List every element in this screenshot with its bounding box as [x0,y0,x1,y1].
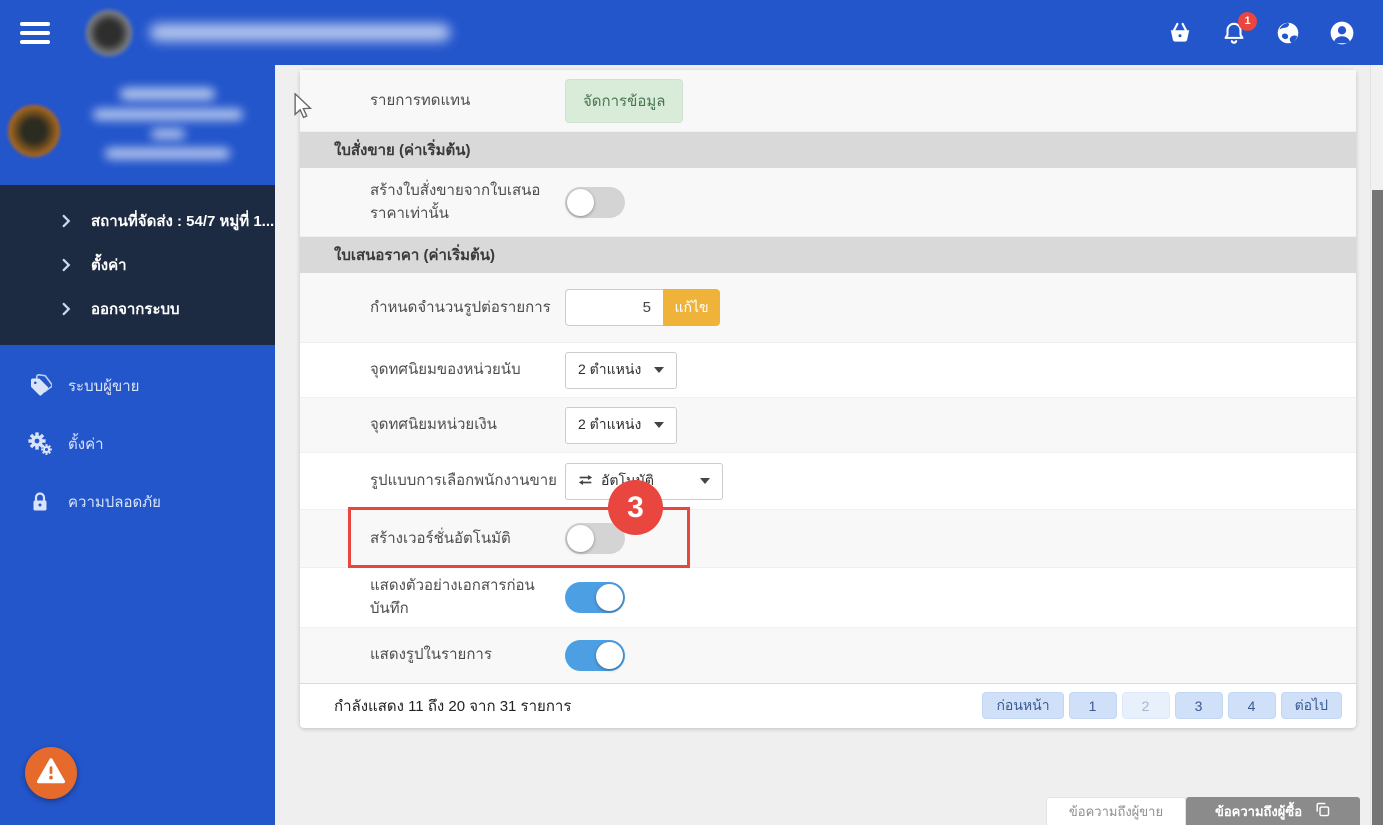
pagination: ก่อนหน้า 1 2 3 4 ต่อไป [982,692,1342,719]
so-from-quote-toggle[interactable] [565,186,625,218]
sidebar-item-settings[interactable]: ตั้งค่า [0,415,275,473]
gears-icon [28,432,52,456]
repeat-arrows-icon [578,473,593,490]
basket-icon[interactable] [1167,20,1193,46]
company-name-redacted [150,24,450,41]
header-actions: 1 [1167,11,1355,46]
setting-row-decimal-unit: จุดทศนิยมของหน่วยนับ 2 ตำแหน่ง [300,343,1356,398]
pagination-next-button[interactable]: ต่อไป [1280,692,1342,719]
app-page: 1 สถานที่จัดส่ง: 54/7 หมู่ที่ 1... ตั้ง… [0,0,1383,825]
sidebar-item-label: สถานที่จัดส่ง : 54/7 หมู่ที่ 1... [91,213,275,230]
sidebar-item-label: ออกจากระบบ [91,301,180,318]
setting-row-replacement-items: รายการทดแทน จัดการข้อมูล [300,70,1356,132]
setting-label: สร้างเวอร์ชั่นอัตโนมัติ [370,529,511,547]
sidebar-profile [0,65,275,185]
show-images-toggle[interactable] [565,639,625,671]
images-per-item-input[interactable] [565,289,663,326]
select-value: 2 ตำแหน่ง [578,361,642,377]
edit-button[interactable]: แก้ไข [663,289,720,326]
sidebar: สถานที่จัดส่ง : 54/7 หมู่ที่ 1... ตั้งค่… [0,65,275,825]
main-content: รายการทดแทน จัดการข้อมูล ใบสั่งขาย (ค่าเ… [275,65,1383,825]
scrollbar-thumb[interactable] [1372,190,1383,825]
sidebar-item-seller-system[interactable]: ระบบผู้ขาย [0,357,275,415]
setting-label: แสดงตัวอย่างเอกสารก่อนบันทึก [370,577,535,618]
section-header-sales-order: ใบสั่งขาย (ค่าเริ่มต้น) [300,132,1356,168]
setting-row-show-images-in-list: แสดงรูปในรายการ [300,627,1356,684]
setting-label: จุดทศนิยมหน่วยเงิน [370,416,497,434]
setting-label: กำหนดจำนวนรูปต่อรายการ [370,298,551,316]
account-user-icon[interactable] [1329,20,1355,46]
profile-email-redacted [105,148,230,159]
sidebar-item-label: ระบบผู้ขาย [68,378,140,395]
setting-row-auto-version: สร้างเวอร์ชั่นอัตโนมัติ 3 [300,480,1356,568]
profile-line-redacted [150,129,185,139]
preview-before-save-toggle[interactable] [565,581,625,613]
setting-label: รายการทดแทน [370,91,471,109]
setting-row-preview-before-save: แสดงตัวอย่างเอกสารก่อนบันทึก [300,568,1356,628]
settings-card: รายการทดแทน จัดการข้อมูล ใบสั่งขาย (ค่าเ… [300,70,1356,728]
pagination-page-3[interactable]: 3 [1174,692,1223,719]
setting-label: สร้างใบสั่งขายจากใบเสนอราคาเท่านั้น [370,181,541,222]
table-footer: กำลังแสดง 11 ถึง 20 จาก 31 รายการ ก่อนหน… [300,684,1356,728]
vertical-scrollbar [1370,65,1383,825]
sidebar-item-security[interactable]: ความปลอดภัย [0,473,275,531]
manage-data-button[interactable]: จัดการข้อมูล [565,78,684,123]
sidebar-item-label: ความปลอดภัย [68,494,161,511]
sidebar-main-menu: ระบบผู้ขาย ตั้งค่า ความปลอดภัย [0,345,275,531]
setting-row-images-per-item: กำหนดจำนวนรูปต่อรายการ แก้ไข [300,273,1356,343]
notifications-bell-icon[interactable]: 1 [1221,11,1257,46]
chevron-down-icon [700,478,710,484]
sidebar-item-settings-sub[interactable]: ตั้งค่า [0,243,275,287]
setting-label: แสดงรูปในรายการ [370,646,492,664]
setting-label: จุดทศนิยมของหน่วยนับ [370,361,521,379]
sidebar-submenu: สถานที่จัดส่ง : 54/7 หมู่ที่ 1... ตั้งค่… [0,185,275,345]
profile-name-redacted [120,88,215,100]
sidebar-item-label: ตั้งค่า [91,257,127,274]
profile-address-redacted [92,109,243,120]
tags-icon [28,374,53,398]
pagination-page-2-current[interactable]: 2 [1121,692,1170,719]
section-header-quotation: ใบเสนอราคา (ค่าเริ่มต้น) [300,237,1356,273]
message-tabs: ข้อความถึงผู้ขาย ข้อความถึงผู้ซื้อ [1046,797,1360,825]
select-value: 2 ตำแหน่ง [578,416,642,432]
setting-row-so-from-quote-only: สร้างใบสั่งขายจากใบเสนอราคาเท่านั้น [300,168,1356,237]
copy-icon[interactable] [1314,801,1331,821]
decimal-currency-select[interactable]: 2 ตำแหน่ง [565,406,677,444]
setting-row-salesperson-mode: รูปแบบการเลือกพนักงานขาย [300,453,1356,510]
profile-avatar [8,105,60,157]
decimal-unit-select[interactable]: 2 ตำแหน่ง [565,351,677,389]
setting-label: รูปแบบการเลือกพนักงานขาย [370,472,557,490]
chevron-down-icon [654,422,664,428]
pagination-page-4[interactable]: 4 [1227,692,1276,719]
sidebar-item-label: ตั้งค่า [68,436,104,453]
lock-icon [28,490,52,514]
setting-row-decimal-currency: จุดทศนิยมหน่วยเงิน 2 ตำแหน่ง [300,398,1356,453]
tab-label: ข้อความถึงผู้ซื้อ [1214,803,1303,819]
warning-triangle-icon [36,757,66,790]
notification-badge: 1 [1238,11,1257,31]
globe-language-icon[interactable] [1275,20,1301,46]
tab-message-to-buyer[interactable]: ข้อความถึงผู้ซื้อ [1186,797,1360,825]
sidebar-item-logout[interactable]: ออกจากระบบ [0,287,275,331]
pagination-page-1[interactable]: 1 [1068,692,1117,719]
top-header: 1 [0,0,1383,65]
sidebar-item-shipping-address[interactable]: สถานที่จัดส่ง : 54/7 หมู่ที่ 1... [0,199,275,243]
hamburger-menu-icon[interactable] [20,21,50,44]
warning-fab-button[interactable] [25,747,77,799]
annotation-step-badge: 3 [608,480,663,535]
pagination-prev-button[interactable]: ก่อนหน้า [982,692,1064,719]
company-logo [86,9,132,56]
chevron-down-icon [654,367,664,373]
showing-entries-text: กำลังแสดง 11 ถึง 20 จาก 31 รายการ [334,697,572,715]
tab-message-to-seller[interactable]: ข้อความถึงผู้ขาย [1046,797,1186,825]
tab-label: ข้อความถึงผู้ขาย [1068,804,1164,819]
